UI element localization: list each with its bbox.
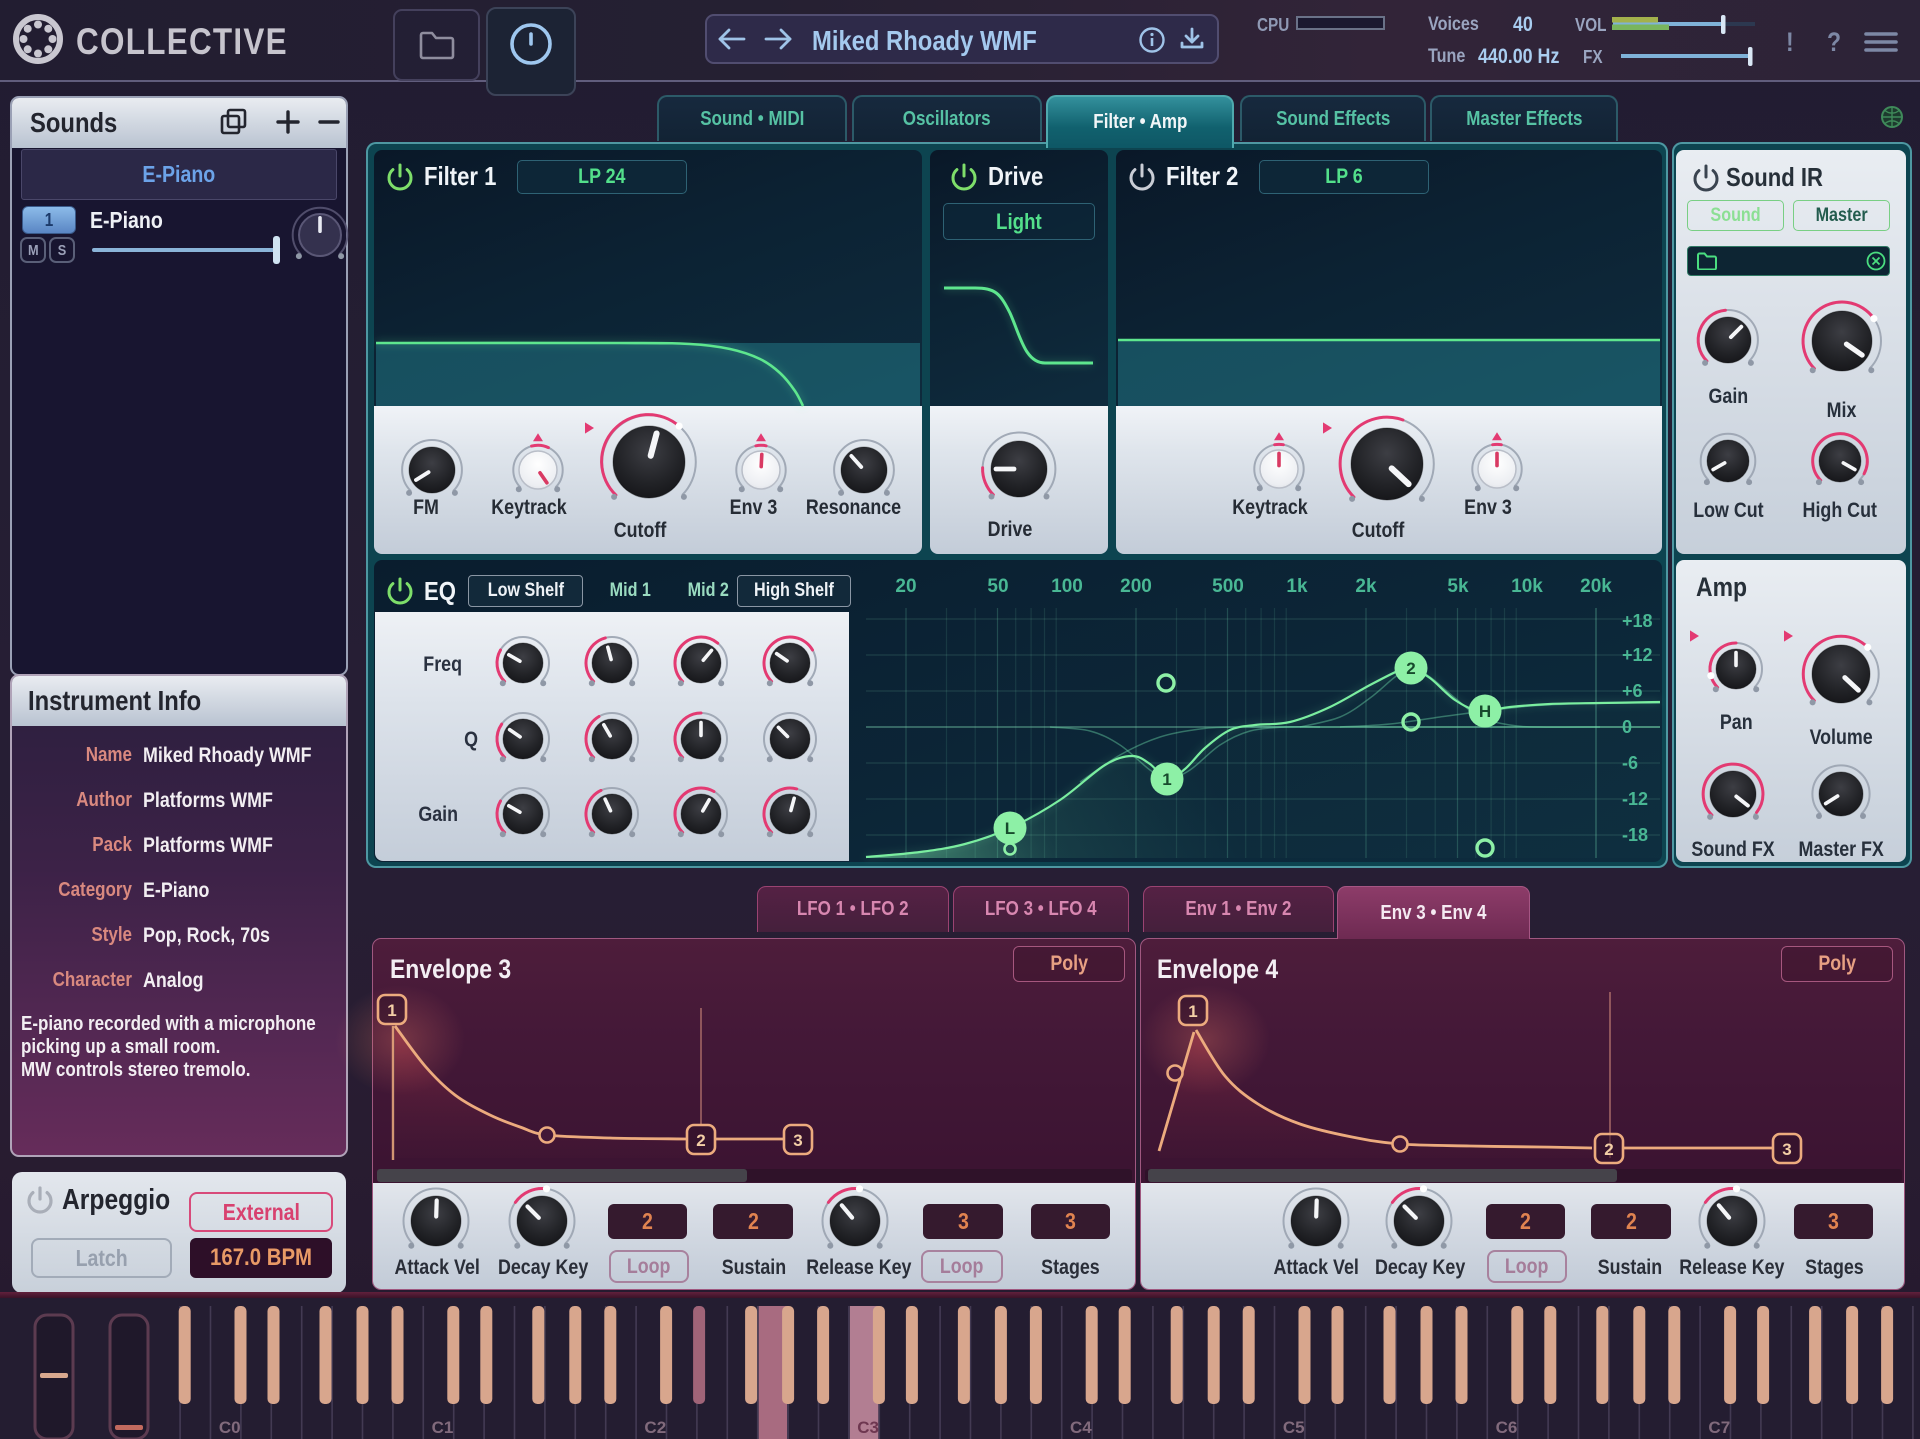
svg-text:C0: C0	[219, 1418, 241, 1437]
svg-text:C7: C7	[1708, 1418, 1730, 1437]
svg-text:C4: C4	[1070, 1418, 1092, 1437]
svg-text:C5: C5	[1283, 1418, 1305, 1437]
svg-text:C6: C6	[1496, 1418, 1518, 1437]
svg-text:C2: C2	[644, 1418, 666, 1437]
svg-text:C1: C1	[432, 1418, 454, 1437]
svg-text:C3: C3	[857, 1418, 879, 1437]
